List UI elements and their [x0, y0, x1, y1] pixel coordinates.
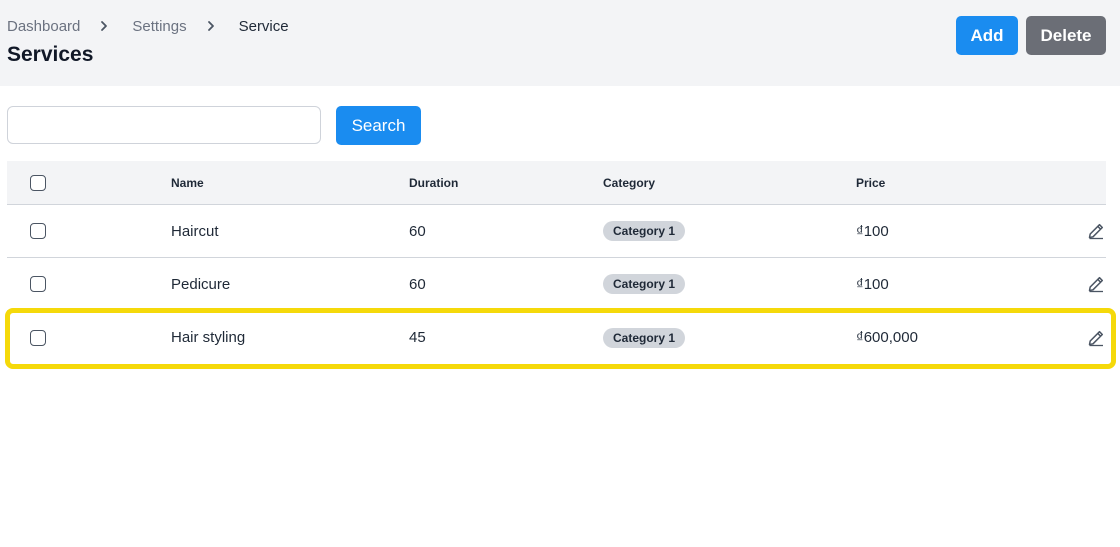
- breadcrumb-settings[interactable]: Settings: [132, 18, 186, 35]
- row-checkbox[interactable]: [30, 223, 46, 239]
- service-name: Haircut: [171, 222, 219, 240]
- pencil-icon[interactable]: [1087, 329, 1105, 347]
- chevron-right-icon: [98, 16, 112, 36]
- table-row[interactable]: Haircut 60 Category 1 ₫100: [7, 205, 1106, 258]
- table-row[interactable]: Hair styling 45 Category 1 ₫600,000: [7, 311, 1106, 364]
- service-duration: 45: [409, 329, 426, 346]
- breadcrumb-dashboard[interactable]: Dashboard: [7, 18, 80, 35]
- pencil-icon[interactable]: [1087, 222, 1105, 240]
- column-header-price[interactable]: Price: [856, 161, 885, 204]
- service-price: ₫100: [856, 222, 889, 240]
- table-header: Name Duration Category Price: [7, 161, 1106, 205]
- service-name: Pedicure: [171, 275, 231, 293]
- delete-button[interactable]: Delete: [1026, 16, 1106, 55]
- column-header-name[interactable]: Name: [171, 161, 204, 204]
- category-badge: Category 1: [603, 274, 686, 294]
- search-input[interactable]: [7, 106, 321, 144]
- service-price: ₫100: [856, 275, 889, 293]
- pencil-icon[interactable]: [1087, 275, 1105, 293]
- row-checkbox[interactable]: [30, 276, 46, 292]
- table-row[interactable]: Pedicure 60 Category 1 ₫100: [7, 258, 1106, 311]
- category-badge: Category 1: [603, 327, 686, 348]
- page-header: Dashboard Settings Service Services Add …: [0, 0, 1120, 86]
- service-duration: 60: [409, 275, 426, 293]
- breadcrumb: Dashboard Settings Service: [7, 16, 289, 36]
- page-title: Services: [7, 43, 94, 66]
- service-price: ₫600,000: [856, 329, 918, 346]
- services-table: Name Duration Category Price Haircut 60 …: [7, 161, 1106, 364]
- row-checkbox[interactable]: [30, 329, 46, 346]
- select-all-checkbox[interactable]: [30, 174, 46, 191]
- service-duration: 60: [409, 222, 426, 240]
- breadcrumb-service: Service: [238, 17, 289, 35]
- service-name: Hair styling: [171, 329, 246, 346]
- add-button[interactable]: Add: [956, 16, 1018, 55]
- column-header-duration[interactable]: Duration: [409, 161, 458, 204]
- category-badge: Category 1: [603, 221, 686, 241]
- search-button[interactable]: Search: [336, 106, 421, 145]
- column-header-category[interactable]: Category: [603, 161, 655, 204]
- chevron-right-icon: [205, 16, 219, 36]
